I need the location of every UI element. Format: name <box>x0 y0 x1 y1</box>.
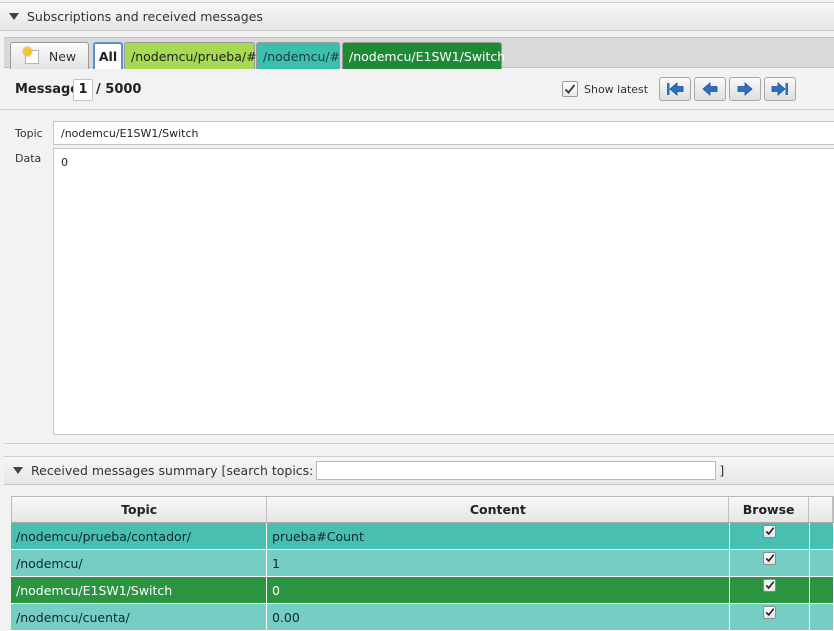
tab-new[interactable]: New <box>10 42 89 69</box>
tab-topic-e1sw1-switch[interactable]: /nodemcu/E1SW1/Switch <box>342 42 506 69</box>
summary-pane-title-close: ] <box>719 463 725 478</box>
message-total-count: / 5000 <box>96 82 142 97</box>
row-content: 1 <box>267 550 730 576</box>
checkmark-icon <box>765 527 774 536</box>
data-field[interactable]: 0 <box>53 148 834 435</box>
column-header-content[interactable]: Content <box>267 497 730 522</box>
tab-new-label: New <box>48 48 77 64</box>
tab-topic-nodemcu-prueba[interactable]: /nodemcu/prueba/# <box>124 42 257 69</box>
table-row[interactable]: /nodemcu/prueba/contador/ prueba#Count <box>11 523 834 550</box>
next-message-button[interactable] <box>729 77 761 101</box>
row-topic: /nodemcu/cuenta/ <box>11 604 267 630</box>
tab-topic-label: /nodemcu/# <box>263 48 341 64</box>
previous-message-button[interactable] <box>694 77 726 101</box>
summary-pane-title: Received messages summary [search topics… <box>31 463 314 478</box>
subscription-tab-bar: New All /nodemcu/prueba/# /nodemcu/# /no… <box>4 37 834 69</box>
received-messages-table: Topic Content Browse /nodemcu/prueba/con… <box>11 496 834 631</box>
first-message-button[interactable] <box>659 77 691 101</box>
skip-first-icon <box>667 82 684 96</box>
column-header-topic[interactable]: Topic <box>12 497 268 522</box>
message-label: Message <box>15 82 80 97</box>
topic-field[interactable]: /nodemcu/E1SW1/Switch <box>53 121 834 145</box>
table-header: Topic Content Browse <box>11 496 834 523</box>
skip-last-icon <box>771 82 788 96</box>
last-message-button[interactable] <box>764 77 796 101</box>
subscriptions-pane-title: Subscriptions and received messages <box>27 9 263 24</box>
row-topic: /nodemcu/ <box>11 550 267 576</box>
table-row[interactable]: /nodemcu/cuenta/ 0.00 <box>11 604 834 631</box>
collapse-triangle-icon[interactable] <box>9 13 19 20</box>
arrow-right-icon <box>737 82 753 96</box>
browse-checkbox[interactable] <box>763 524 776 538</box>
tab-topic-label: /nodemcu/E1SW1/Switch <box>349 48 506 64</box>
tab-all[interactable]: All <box>93 42 123 69</box>
column-header-browse[interactable]: Browse <box>729 497 810 522</box>
browse-checkbox[interactable] <box>763 551 776 565</box>
data-label: Data <box>15 152 42 165</box>
collapse-triangle-icon[interactable] <box>13 467 23 474</box>
checkmark-icon <box>765 608 774 617</box>
show-latest-checkbox[interactable] <box>562 81 578 97</box>
column-header-extra[interactable] <box>809 497 833 522</box>
browse-checkbox[interactable] <box>763 578 776 592</box>
tab-topic-nodemcu[interactable]: /nodemcu/# <box>256 42 340 69</box>
table-row[interactable]: /nodemcu/ 1 <box>11 550 834 577</box>
arrow-left-icon <box>702 82 718 96</box>
table-row[interactable]: /nodemcu/E1SW1/Switch 0 <box>11 577 834 604</box>
show-latest-toggle[interactable]: Show latest <box>562 81 648 97</box>
checkmark-icon <box>564 84 576 94</box>
pane-splitter[interactable] <box>4 443 834 444</box>
message-navigation-bar: Message 1 / 5000 Show latest <box>0 70 834 110</box>
row-topic: /nodemcu/E1SW1/Switch <box>11 577 267 603</box>
row-topic: /nodemcu/prueba/contador/ <box>11 523 267 549</box>
search-topics-input[interactable] <box>316 461 717 480</box>
show-latest-label: Show latest <box>584 82 649 96</box>
checkmark-icon <box>765 581 774 590</box>
tab-all-label: All <box>98 49 118 64</box>
tab-topic-label: /nodemcu/prueba/# <box>131 48 257 64</box>
row-content: 0.00 <box>267 604 730 630</box>
message-index-field[interactable]: 1 <box>73 79 93 101</box>
browse-checkbox[interactable] <box>763 605 776 619</box>
checkmark-icon <box>765 554 774 563</box>
subscriptions-pane-header[interactable]: Subscriptions and received messages <box>0 2 834 31</box>
new-document-icon <box>22 47 43 65</box>
row-content: prueba#Count <box>267 523 730 549</box>
row-content: 0 <box>267 577 730 603</box>
summary-pane-header: Received messages summary [search topics… <box>4 456 834 485</box>
topic-label: Topic <box>15 127 43 140</box>
